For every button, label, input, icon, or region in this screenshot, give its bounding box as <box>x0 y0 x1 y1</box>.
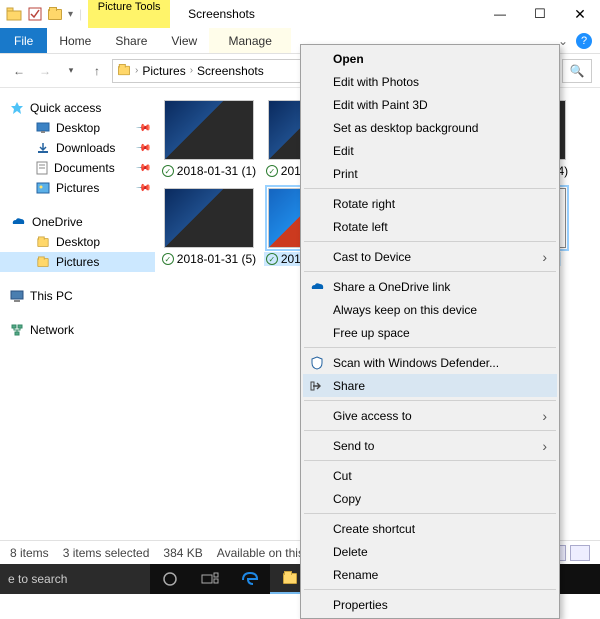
properties-qat-icon[interactable] <box>28 7 42 21</box>
sync-ok-icon: ✓ <box>162 165 174 177</box>
sidebar-item-downloads[interactable]: Downloads📌 <box>0 138 155 158</box>
onedrive-icon <box>309 279 325 295</box>
pin-icon: 📌 <box>134 140 151 157</box>
menu-give-access[interactable]: Give access to <box>303 404 557 427</box>
cortana-icon[interactable] <box>150 564 190 594</box>
sidebar-this-pc[interactable]: This PC <box>0 286 155 306</box>
menu-print[interactable]: Print <box>303 162 557 185</box>
file-label: ✓2018-01-31 (1) <box>162 164 256 178</box>
back-button[interactable]: ← <box>8 60 30 82</box>
menu-defender[interactable]: Scan with Windows Defender... <box>303 351 557 374</box>
menu-send-to[interactable]: Send to <box>303 434 557 457</box>
taskbar-search[interactable]: e to search <box>0 564 150 594</box>
sidebar-network[interactable]: Network <box>0 320 155 340</box>
menu-always-keep[interactable]: Always keep on this device <box>303 298 557 321</box>
sidebar-item-pictures[interactable]: Pictures📌 <box>0 178 155 198</box>
pc-icon <box>10 290 24 303</box>
help-icon[interactable]: ? <box>576 33 592 49</box>
menu-copy[interactable]: Copy <box>303 487 557 510</box>
breadcrumb-screenshots[interactable]: Screenshots <box>197 64 264 78</box>
new-folder-qat-icon[interactable] <box>48 9 62 20</box>
maximize-button[interactable]: ☐ <box>520 0 560 28</box>
menu-properties[interactable]: Properties <box>303 593 557 616</box>
menu-cast-to-device[interactable]: Cast to Device <box>303 245 557 268</box>
menu-open[interactable]: Open <box>303 47 557 70</box>
qat-dropdown-icon[interactable]: ▾ <box>68 9 73 20</box>
status-selection: 3 items selected <box>63 546 150 560</box>
sidebar-quick-access[interactable]: Quick access <box>0 98 155 118</box>
sync-ok-icon: ✓ <box>266 165 278 177</box>
address-folder-icon <box>118 66 130 75</box>
edge-icon[interactable] <box>230 564 270 594</box>
breadcrumb-pictures[interactable]: Pictures <box>142 64 185 78</box>
tab-share[interactable]: Share <box>103 28 159 53</box>
context-menu: Open Edit with Photos Edit with Paint 3D… <box>300 44 560 619</box>
star-icon <box>10 101 24 115</box>
pin-icon: 📌 <box>134 120 151 137</box>
share-icon <box>309 378 325 394</box>
menu-share[interactable]: Share <box>303 374 557 397</box>
menu-edit[interactable]: Edit <box>303 139 557 162</box>
pictures-icon <box>36 182 50 194</box>
sync-ok-icon: ✓ <box>266 253 278 265</box>
onedrive-icon <box>10 216 26 228</box>
pin-icon: 📌 <box>134 160 151 177</box>
status-size: 384 KB <box>163 546 202 560</box>
contextual-tab-label: Picture Tools <box>98 0 161 13</box>
desktop-icon <box>36 122 50 134</box>
search-icon: 🔍 <box>570 64 585 78</box>
tab-view[interactable]: View <box>159 28 209 53</box>
window-title: Screenshots <box>170 0 480 28</box>
sidebar-item-documents[interactable]: Documents📌 <box>0 158 155 178</box>
contextual-tab-header: Picture Tools <box>88 0 170 28</box>
sync-ok-icon: ✓ <box>162 253 174 265</box>
menu-rename[interactable]: Rename <box>303 563 557 586</box>
sidebar-item-desktop[interactable]: Desktop📌 <box>0 118 155 138</box>
documents-icon <box>36 161 48 175</box>
menu-rotate-left[interactable]: Rotate left <box>303 215 557 238</box>
quick-access-toolbar: ▾ | <box>0 0 88 28</box>
network-icon <box>10 324 24 337</box>
menu-share-onedrive[interactable]: Share a OneDrive link <box>303 275 557 298</box>
file-thumbnail[interactable] <box>164 100 254 160</box>
menu-create-shortcut[interactable]: Create shortcut <box>303 517 557 540</box>
close-button[interactable]: ✕ <box>560 0 600 28</box>
shield-icon <box>309 355 325 371</box>
menu-cut[interactable]: Cut <box>303 464 557 487</box>
tab-home[interactable]: Home <box>47 28 103 53</box>
menu-edit-photos[interactable]: Edit with Photos <box>303 70 557 93</box>
title-bar: ▾ | Picture Tools Screenshots — ☐ ✕ <box>0 0 600 28</box>
sidebar-onedrive[interactable]: OneDrive <box>0 212 155 232</box>
menu-edit-paint3d[interactable]: Edit with Paint 3D <box>303 93 557 116</box>
task-view-icon[interactable] <box>190 564 230 594</box>
recent-locations-icon[interactable]: ▾ <box>60 60 82 82</box>
file-label: ✓2018-01-31 (5) <box>162 252 256 266</box>
minimize-button[interactable]: — <box>480 0 520 28</box>
file-thumbnail[interactable] <box>164 188 254 248</box>
menu-rotate-right[interactable]: Rotate right <box>303 192 557 215</box>
file-tab[interactable]: File <box>0 28 47 53</box>
menu-delete[interactable]: Delete <box>303 540 557 563</box>
tab-manage[interactable]: Manage <box>209 28 291 53</box>
sidebar-onedrive-pictures[interactable]: Pictures <box>0 252 155 272</box>
folder-icon <box>37 258 48 267</box>
search-input[interactable]: 🔍 <box>562 59 592 83</box>
up-button[interactable]: ↑ <box>86 60 108 82</box>
navigation-pane: Quick access Desktop📌 Downloads📌 Documen… <box>0 88 155 542</box>
explorer-icon <box>6 7 22 21</box>
menu-set-background[interactable]: Set as desktop background <box>303 116 557 139</box>
forward-button[interactable]: → <box>34 60 56 82</box>
sidebar-onedrive-desktop[interactable]: Desktop <box>0 232 155 252</box>
file-item[interactable]: ✓2018-01-31 (1) <box>161 100 257 178</box>
downloads-icon <box>36 142 50 154</box>
pin-icon: 📌 <box>134 180 151 197</box>
view-thumbnails-icon[interactable] <box>570 545 590 561</box>
menu-free-up-space[interactable]: Free up space <box>303 321 557 344</box>
status-item-count: 8 items <box>10 546 49 560</box>
folder-icon <box>37 238 48 247</box>
file-item[interactable]: ✓2018-01-31 (5) <box>161 188 257 266</box>
